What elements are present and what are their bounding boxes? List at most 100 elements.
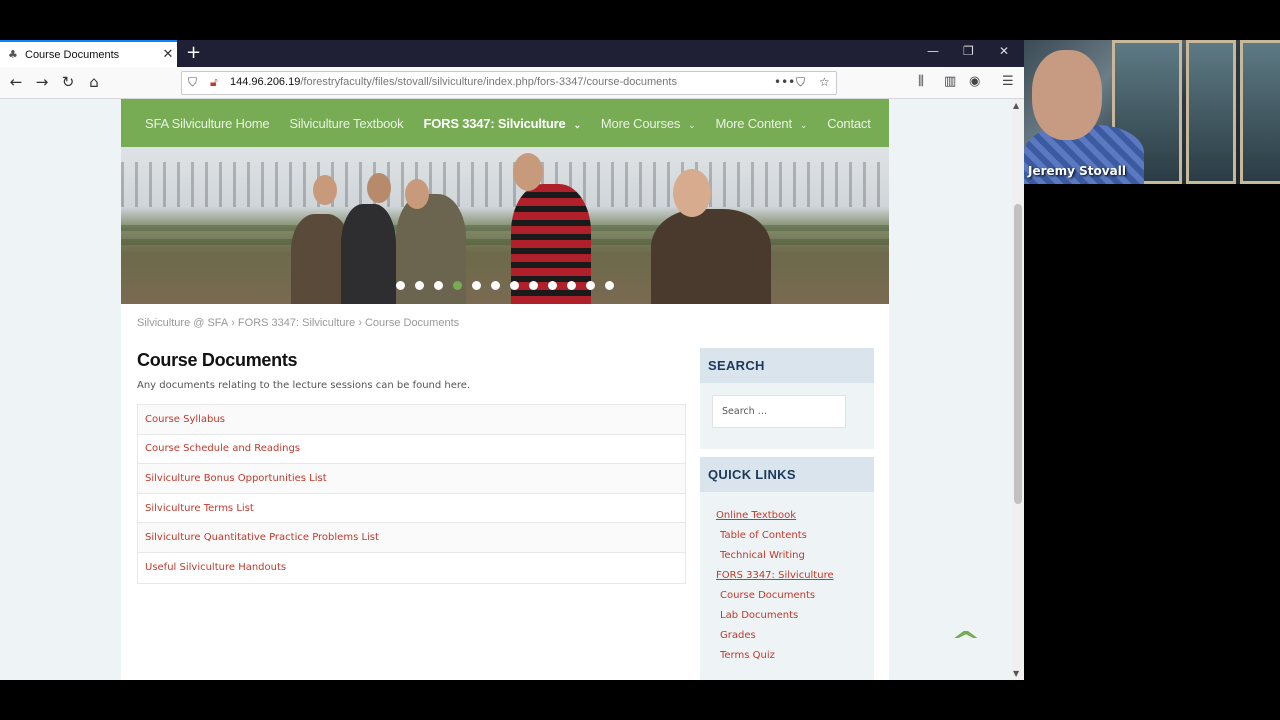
- slider-dot[interactable]: [415, 281, 424, 290]
- insecure-lock-icon[interactable]: 🔓︎: [210, 75, 218, 90]
- nav-more-courses-label: More Courses: [600, 115, 681, 131]
- breadcrumb-separator: ›: [358, 317, 362, 329]
- account-icon[interactable]: ◉: [969, 74, 980, 89]
- student-head: [367, 173, 391, 203]
- breadcrumb-course-link[interactable]: FORS 3347: Silviculture: [238, 317, 355, 329]
- scroll-thumb[interactable]: [1014, 204, 1022, 504]
- list-item: Silviculture Terms List: [138, 494, 685, 524]
- chevron-down-icon: ⌄: [799, 119, 808, 130]
- reload-button[interactable]: ↻: [58, 73, 78, 91]
- scrollbar[interactable]: ▲ ▼: [1012, 99, 1024, 680]
- search-widget: SEARCH: [700, 348, 874, 449]
- back-button[interactable]: ←: [6, 73, 26, 91]
- scroll-to-top-icon[interactable]: ^: [951, 627, 982, 657]
- tab-strip: ♣ Course Documents ✕ + — ❐ ✕: [0, 40, 1024, 67]
- scroll-down-icon[interactable]: ▼: [1013, 669, 1019, 678]
- student-head: [673, 169, 711, 217]
- shield-icon[interactable]: ⛉: [188, 75, 197, 90]
- practice-problems-link[interactable]: Silviculture Quantitative Practice Probl…: [145, 532, 379, 543]
- nav-fors-3347[interactable]: FORS 3347: Silviculture ⌄: [423, 115, 582, 131]
- more-actions-icon[interactable]: •••: [774, 75, 795, 89]
- quick-link-table-of-contents[interactable]: Table of Contents: [716, 526, 874, 546]
- quick-link-grades[interactable]: Grades: [716, 626, 874, 646]
- new-tab-button[interactable]: +: [186, 42, 201, 63]
- list-item: Useful Silviculture Handouts: [138, 553, 685, 583]
- slider-dot[interactable]: [605, 281, 614, 290]
- slider-dot[interactable]: [472, 281, 481, 290]
- library-icon[interactable]: ⫼: [918, 74, 924, 89]
- quick-links-list: Online Textbook Table of Contents Techni…: [700, 492, 874, 680]
- bookmark-star-icon[interactable]: ☆: [819, 75, 830, 89]
- url-host: 144.96.206.19: [230, 76, 301, 88]
- nav-home[interactable]: SFA Silviculture Home: [145, 116, 270, 131]
- slider-dot[interactable]: [567, 281, 576, 290]
- slider-dot[interactable]: [453, 281, 462, 290]
- trees-favicon-icon: ♣: [8, 48, 18, 61]
- url-path: /forestryfaculty/files/stovall/silvicult…: [300, 76, 677, 88]
- slider-dot[interactable]: [396, 281, 405, 290]
- pocket-icon[interactable]: ⛉: [796, 75, 805, 90]
- quick-link-fors-3347[interactable]: FORS 3347: Silviculture: [716, 566, 874, 586]
- tab-title: Course Documents: [25, 48, 120, 61]
- schedule-readings-link[interactable]: Course Schedule and Readings: [145, 443, 300, 454]
- nav-contact[interactable]: Contact: [827, 116, 871, 131]
- scroll-up-icon[interactable]: ▲: [1013, 101, 1019, 110]
- chevron-down-icon: ⌄: [688, 119, 696, 130]
- nav-textbook[interactable]: Silviculture Textbook: [289, 116, 403, 131]
- list-item: Silviculture Quantitative Practice Probl…: [138, 523, 685, 553]
- sidebar-icon[interactable]: ▥: [944, 74, 956, 89]
- quick-link-lab-documents[interactable]: Lab Documents: [716, 606, 874, 626]
- chevron-down-icon: ⌄: [573, 119, 582, 130]
- student-head: [405, 179, 429, 209]
- presenter-face: [1032, 50, 1102, 140]
- minimize-icon[interactable]: —: [927, 44, 939, 58]
- slider-dot[interactable]: [548, 281, 557, 290]
- document-list: Course Syllabus Course Schedule and Read…: [137, 404, 686, 584]
- nav-more-courses[interactable]: More Courses ⌄: [601, 116, 696, 131]
- quick-link-course-documents[interactable]: Course Documents: [716, 586, 874, 606]
- breadcrumb: Silviculture @ SFA › FORS 3347: Silvicultu…: [137, 317, 459, 329]
- forward-button[interactable]: →: [32, 73, 52, 91]
- quick-links-widget: QUICK LINKS Online Textbook Table of Con…: [700, 457, 874, 680]
- handouts-link[interactable]: Useful Silviculture Handouts: [145, 562, 286, 573]
- participant-name: Jeremy Stovall: [1028, 164, 1126, 178]
- course-syllabus-link[interactable]: Course Syllabus: [145, 414, 225, 425]
- background-window: [1186, 40, 1236, 184]
- hero-slider-image: [121, 147, 889, 304]
- url-bar[interactable]: ⛉ 🔓︎ 144.96.206.19/forestryfaculty/files…: [181, 71, 837, 95]
- nav-more-content-label: More Content: [715, 115, 793, 131]
- navigation-toolbar: ← → ↻ ⌂ ⛉ 🔓︎ 144.96.206.19/forestryfacul…: [0, 67, 1024, 99]
- list-item: Course Schedule and Readings: [138, 435, 685, 465]
- quick-link-online-textbook[interactable]: Online Textbook: [716, 506, 874, 526]
- slider-dot[interactable]: [491, 281, 500, 290]
- terms-list-link[interactable]: Silviculture Terms List: [145, 503, 254, 514]
- close-tab-icon[interactable]: ✕: [159, 47, 177, 62]
- site-navigation: SFA Silviculture Home Silviculture Textb…: [121, 99, 889, 147]
- browser-window: ♣ Course Documents ✕ + — ❐ ✕ ← → ↻ ⌂ ⛉ 🔓…: [0, 40, 1024, 680]
- page-title: Course Documents: [137, 350, 298, 370]
- breadcrumb-current: Course Documents: [364, 317, 460, 329]
- search-widget-title: SEARCH: [700, 348, 874, 383]
- slider-dot[interactable]: [586, 281, 595, 290]
- close-window-icon[interactable]: ✕: [999, 44, 1009, 58]
- nav-more-content[interactable]: More Content ⌄: [716, 116, 808, 131]
- field-row: [121, 239, 889, 245]
- menu-icon[interactable]: ☰: [1002, 74, 1014, 89]
- field-row: [121, 225, 889, 231]
- quick-link-terms-quiz[interactable]: Terms Quiz: [716, 646, 874, 666]
- home-button[interactable]: ⌂: [84, 73, 104, 91]
- restore-icon[interactable]: ❐: [963, 44, 974, 58]
- slider-dot[interactable]: [434, 281, 443, 290]
- breadcrumb-home-link[interactable]: Silviculture @ SFA: [137, 317, 228, 329]
- slider-dots: [121, 281, 889, 290]
- bonus-opportunities-link[interactable]: Silviculture Bonus Opportunities List: [145, 473, 327, 484]
- nav-fors-3347-label: FORS 3347: Silviculture: [423, 115, 566, 131]
- slider-dot[interactable]: [510, 281, 519, 290]
- tab-course-documents[interactable]: ♣ Course Documents ✕: [0, 40, 177, 67]
- quick-link-technical-writing[interactable]: Technical Writing: [716, 546, 874, 566]
- quick-links-title: QUICK LINKS: [700, 457, 874, 492]
- search-input[interactable]: [712, 395, 846, 428]
- sidebar: SEARCH QUICK LINKS Online Textbook Table…: [700, 348, 874, 680]
- slider-dot[interactable]: [529, 281, 538, 290]
- list-item: Course Syllabus: [138, 405, 685, 435]
